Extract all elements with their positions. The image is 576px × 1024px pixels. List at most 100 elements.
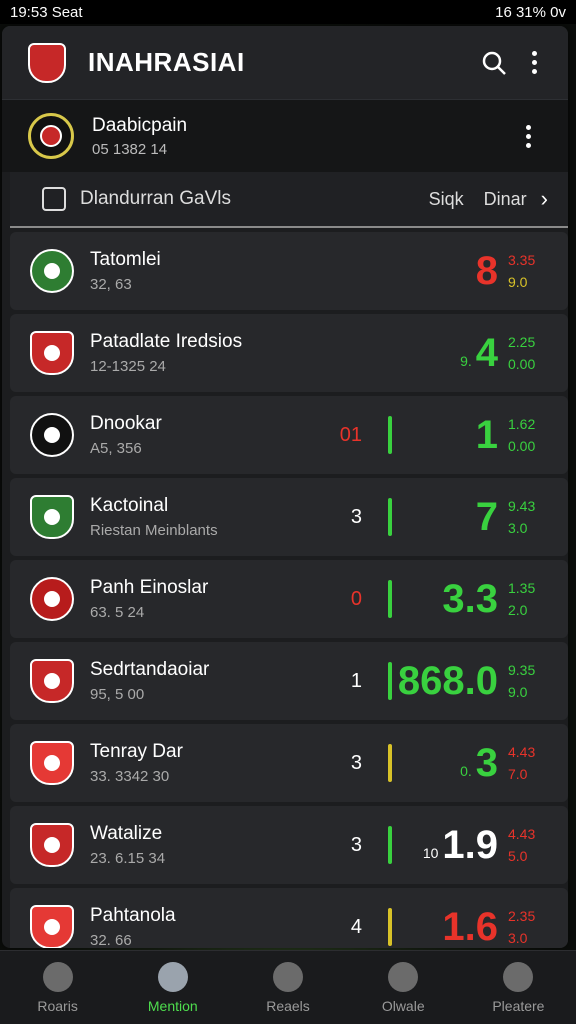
- table-row[interactable]: Patadlate Iredsios 12-1325 24 9. 4 2.25 0…: [10, 314, 568, 392]
- table-row[interactable]: Sedrtandaoiar 95, 5 00 1 868.0 9.35 9.0: [10, 642, 568, 720]
- odds: 9.35 9.0: [508, 659, 548, 703]
- league-badge-icon: [28, 113, 74, 159]
- score-main: 3: [475, 740, 498, 785]
- nav-label: Olwale: [381, 997, 425, 1014]
- nav-item-roaris[interactable]: Roaris: [0, 951, 115, 1024]
- odds-bottom: 0.00: [508, 356, 536, 372]
- team-subtitle: Riestan Meinblants: [90, 522, 218, 539]
- odds-top: 2.35: [508, 908, 536, 924]
- table-row[interactable]: Kactoinal Riestan Meinblants 3 7 9.43 3.…: [10, 478, 568, 556]
- column-header-2[interactable]: Dinar: [484, 189, 527, 210]
- score-prefix: 10: [422, 844, 439, 861]
- nav-item-reaels[interactable]: Reaels: [230, 951, 345, 1024]
- score-value: 868.0: [392, 659, 508, 704]
- status-bar: 19:53 Seat 16 31% 0v: [0, 0, 576, 24]
- team-name: Sedrtandaoiar: [90, 659, 210, 680]
- team-name: Watalize: [90, 823, 163, 844]
- score-prefix: 0.: [460, 762, 472, 779]
- score-value: 1: [392, 413, 508, 458]
- mid-indicator: 0: [302, 588, 362, 611]
- nav-item-pleatere[interactable]: Pleatere: [461, 951, 576, 1024]
- odds: 4.43 7.0: [508, 741, 548, 785]
- odds: 2.25 0.00: [508, 331, 548, 375]
- person-icon: [503, 961, 534, 992]
- table-row[interactable]: Pahtanola 32. 66 4 1.6 2.35 3.0: [10, 888, 568, 948]
- score-main: 1.9: [442, 822, 498, 867]
- match-list: Tatomlei 32, 63 8 3.35 9.0 Patadlate Ire…: [2, 232, 568, 948]
- nav-label: Reaels: [266, 997, 310, 1014]
- odds-top: 1.35: [508, 580, 536, 596]
- table-row[interactable]: Dnookar A5, 356 01 1 1.62 0.00: [10, 396, 568, 474]
- mid-indicator: 01: [302, 424, 362, 447]
- app-title: INAHRASIAI: [88, 47, 245, 77]
- mid-indicator: 1: [302, 670, 362, 693]
- nav-item-olwale[interactable]: Olwale: [346, 951, 461, 1024]
- app-window: INAHRASIAI Daabicpain 05 1382 14 Dlandur…: [2, 26, 568, 948]
- more-options-icon[interactable]: [514, 43, 554, 83]
- team-logo-icon: [30, 331, 74, 375]
- odds-top: 9.35: [508, 662, 536, 678]
- nav-label: Pleatere: [492, 997, 545, 1014]
- table-row[interactable]: Tatomlei 32, 63 8 3.35 9.0: [10, 232, 568, 310]
- mid-value: 1: [350, 669, 362, 692]
- mid-value: 3: [350, 751, 362, 774]
- chevron-right-icon[interactable]: ›: [541, 186, 548, 212]
- mid-value: 4: [350, 915, 362, 938]
- score-main: 7: [475, 494, 498, 539]
- league-more-icon[interactable]: [508, 116, 548, 156]
- score-value: 3.3: [392, 577, 508, 622]
- mid-indicator: 3: [302, 834, 362, 857]
- odds: 2.35 3.0: [508, 905, 548, 948]
- team-subtitle: 32, 63: [90, 276, 132, 293]
- team-logo-icon: [30, 905, 74, 948]
- odds-bottom: 3.0: [508, 520, 528, 536]
- home-icon: [42, 961, 73, 992]
- badge-icon: [388, 961, 419, 992]
- mid-indicator: 3: [302, 752, 362, 775]
- odds-bottom: 5.0: [508, 848, 528, 864]
- table-row[interactable]: Tenray Dar 33. 3342 30 3 0. 3 4.43 7.0: [10, 724, 568, 802]
- team-subtitle: A5, 356: [90, 440, 142, 457]
- odds-bottom: 2.0: [508, 602, 528, 618]
- calendar-icon[interactable]: [42, 187, 66, 211]
- check-icon: [273, 961, 303, 992]
- odds-top: 1.62: [508, 416, 536, 432]
- team-name: Panh Einoslar: [90, 577, 209, 598]
- league-header[interactable]: Daabicpain 05 1382 14: [2, 100, 568, 172]
- odds-top: 4.43: [508, 826, 536, 842]
- score-value: 7: [392, 495, 508, 540]
- team-name: Dnookar: [90, 413, 162, 434]
- score-main: 1.6: [442, 904, 498, 949]
- score-value: 1.6: [392, 905, 508, 949]
- mid-value: 3: [350, 505, 362, 528]
- score-value: 0. 3: [392, 741, 508, 786]
- team-logo-icon: [30, 495, 74, 539]
- table-row[interactable]: Watalize 23. 6.15 34 3 10 1.9 4.43 5.0: [10, 806, 568, 884]
- team-logo-icon: [30, 823, 74, 867]
- team-name: Kactoinal: [90, 495, 169, 516]
- odds-top: 4.43: [508, 744, 536, 760]
- score-value: 8: [392, 249, 508, 294]
- odds-top: 9.43: [508, 498, 536, 514]
- section-label: Dlandurran GaVls: [80, 188, 232, 209]
- team-logo-icon: [30, 741, 74, 785]
- club-crest-icon: [28, 42, 66, 83]
- team-logo-icon: [30, 413, 74, 457]
- team-name: Pahtanola: [90, 905, 176, 926]
- nav-label: Mention: [147, 997, 198, 1014]
- league-subtitle: 05 1382 14: [92, 140, 168, 158]
- team-subtitle: 12-1325 24: [90, 358, 166, 375]
- odds-bottom: 9.0: [508, 684, 528, 700]
- score-main: 1: [475, 412, 498, 457]
- team-name: Tatomlei: [90, 249, 161, 270]
- status-time: 19:53 Seat: [10, 3, 83, 21]
- table-row[interactable]: Panh Einoslar 63. 5 24 0 3.3 1.35 2.0: [10, 560, 568, 638]
- search-icon[interactable]: [474, 43, 514, 83]
- app-bar: INAHRASIAI: [2, 26, 568, 100]
- nav-item-mention[interactable]: Mention: [115, 951, 230, 1024]
- league-name: Daabicpain: [92, 114, 188, 136]
- odds: 4.43 5.0: [508, 823, 548, 867]
- mid-indicator: 3: [302, 506, 362, 529]
- column-header-1[interactable]: Siqk: [429, 189, 464, 210]
- status-icons: 16 31% 0v: [495, 4, 566, 21]
